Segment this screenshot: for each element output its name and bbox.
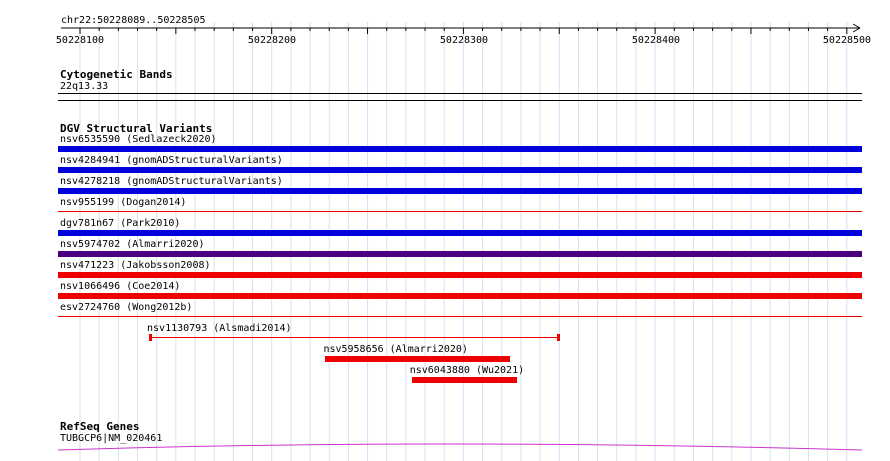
refseq-track-title[interactable]: RefSeq Genes: [60, 420, 139, 433]
dgv-variant-label: nsv1066496 (Coe2014): [60, 281, 181, 292]
dgv-variant-label: nsv5958656 (Almarri2020): [323, 344, 468, 355]
dgv-variant-bar[interactable]: [58, 230, 862, 236]
dgv-variant-bar[interactable]: [58, 272, 862, 278]
dgv-variant-bar[interactable]: [325, 356, 510, 362]
ruler-tick-label: 50228300: [439, 35, 489, 46]
dgv-variant-bar[interactable]: [411, 377, 518, 383]
dgv-variant-label: nsv5974702 (Almarri2020): [60, 239, 205, 250]
dgv-variant-label: nsv955199 (Dogan2014): [60, 197, 187, 208]
dgv-variant-bar[interactable]: [58, 316, 862, 317]
ruler-arrow: [852, 27, 861, 33]
dgv-variant-label: nsv6043880 (Wu2021): [409, 365, 525, 376]
dgv-variant-bar[interactable]: [58, 167, 862, 173]
cytoband-track-title[interactable]: Cytogenetic Bands: [60, 68, 173, 81]
cytoband-label: 22q13.33: [60, 81, 109, 92]
dgv-variant-label: esv2724760 (Wong2012b): [60, 302, 193, 313]
dgv-variant-label: nsv1130793 (Alsmadi2014): [147, 323, 292, 334]
dgv-variant-bar[interactable]: [58, 146, 862, 152]
ruler-arrow: [852, 23, 861, 29]
dgv-variant-label: nsv4284941 (gnomADStructuralVariants): [60, 155, 283, 166]
dgv-variant-label: nsv6535590 (Sedlazeck2020): [60, 134, 217, 145]
ruler-tick-label: 50228100: [55, 35, 105, 46]
dgv-variant-label: dgv781n67 (Park2010): [60, 218, 181, 229]
dgv-variant-label: nsv4278218 (gnomADStructuralVariants): [60, 176, 283, 187]
cytoband-bar-bottom: [58, 100, 862, 101]
dgv-variant-label: nsv471223 (Jakobsson2008): [60, 260, 211, 271]
dgv-variant-endcap: [149, 334, 153, 341]
dgv-variant-bar[interactable]: [58, 211, 862, 212]
dgv-variant-bar[interactable]: [58, 188, 862, 194]
ruler-tick-label: 50228500: [822, 35, 872, 46]
refseq-gene-feature[interactable]: [58, 440, 862, 454]
dgv-variant-bar[interactable]: [58, 293, 862, 299]
cytoband-bar-top: [58, 93, 862, 94]
dgv-variant-bar[interactable]: [58, 251, 862, 257]
dgv-variant-bar[interactable]: [149, 337, 560, 338]
region-label: chr22:50228089..50228505: [61, 15, 206, 26]
dgv-variant-endcap: [557, 334, 561, 341]
ruler-tick-label: 50228200: [247, 35, 297, 46]
ruler-tick-label: 50228400: [631, 35, 681, 46]
